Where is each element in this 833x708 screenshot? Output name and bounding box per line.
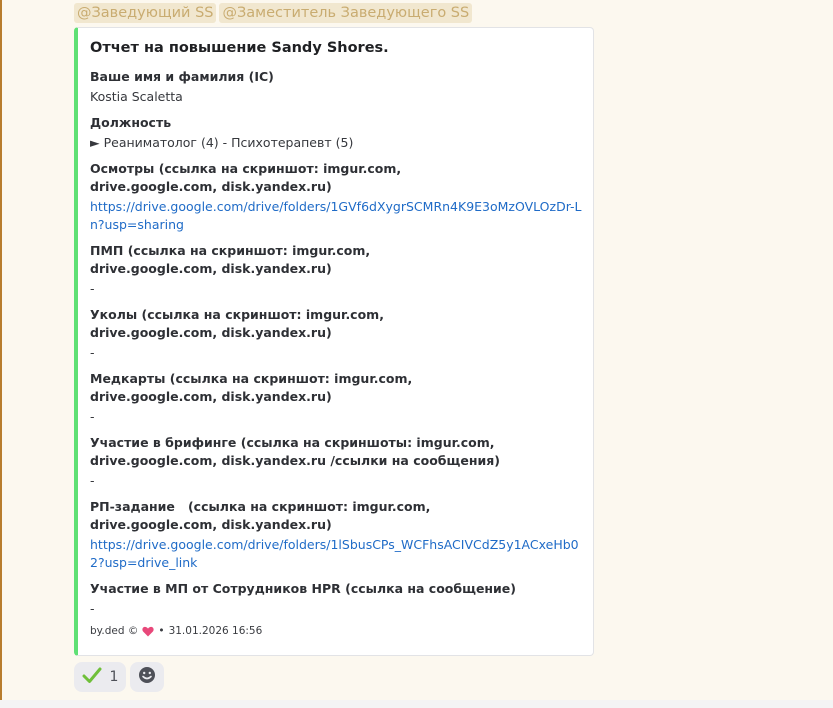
field-value: - — [90, 473, 95, 488]
field-value: Kostia Scaletta — [90, 89, 183, 104]
check-mark-icon — [82, 666, 102, 688]
rp-task-link[interactable]: https://drive.google.com/drive/folders/1… — [90, 536, 585, 572]
add-reaction-icon — [138, 666, 156, 688]
field-value: - — [90, 601, 95, 616]
composer-strip — [0, 700, 833, 708]
reaction-count: 1 — [109, 669, 119, 685]
inspections-link[interactable]: https://drive.google.com/drive/folders/1… — [90, 198, 585, 234]
footer-author: by.ded © — [90, 625, 139, 637]
field-value: ► Реаниматолог (4) - Психотерапевт (5) — [90, 135, 354, 150]
field-label: Участие в брифинге (ссылка на скриншоты:… — [90, 435, 500, 468]
mention-head-ss[interactable]: @Заведующий SS — [74, 3, 217, 23]
field-briefing: Участие в брифинге (ссылка на скриншоты:… — [90, 434, 585, 490]
add-reaction-button[interactable] — [130, 662, 164, 692]
reactions-bar: 1 — [74, 662, 164, 692]
field-position: Должность ► Реаниматолог (4) - Психотера… — [90, 114, 585, 152]
field-label: Ваше имя и фамилия (IC) — [90, 69, 274, 84]
message-row: @Заведующий SS @Заместитель Заведующего S… — [0, 0, 833, 700]
field-label: Осмотры (ссылка на скриншот: imgur.com, … — [90, 161, 402, 194]
reaction-check[interactable]: 1 — [74, 662, 126, 692]
mention-deputy-ss[interactable]: @Заместитель Заведующего SS — [219, 3, 473, 23]
field-first-aid: ПМП (ссылка на скриншот: imgur.com, driv… — [90, 242, 585, 298]
embed-title: Отчет на повышение Sandy Shores. — [90, 40, 389, 56]
footer-separator: • — [158, 625, 165, 637]
field-value: - — [90, 281, 95, 296]
field-label: Участие в МП от Сотрудников HPR (ссылка … — [90, 581, 517, 596]
field-label: ПМП (ссылка на скриншот: imgur.com, driv… — [90, 243, 371, 276]
mentions-line: @Заведующий SS @Заместитель Заведующего S… — [74, 3, 475, 23]
embed-footer: by.ded © • 31.01.2026 16:56 — [90, 625, 262, 637]
field-label: РП-задание (ссылка на скриншот: imgur.co… — [90, 499, 431, 532]
field-hpr-event: Участие в МП от Сотрудников HPR (ссылка … — [90, 580, 585, 618]
field-injections: Уколы (ссылка на скриншот: imgur.com, dr… — [90, 306, 585, 362]
field-medical-cards: Медкарты (ссылка на скриншот: imgur.com,… — [90, 370, 585, 426]
report-embed: Отчет на повышение Sandy Shores. Ваше им… — [74, 27, 594, 656]
field-inspections: Осмотры (ссылка на скриншот: imgur.com, … — [90, 160, 585, 234]
field-name: Ваше имя и фамилия (IC) Kostia Scaletta — [90, 68, 585, 106]
field-label: Медкарты (ссылка на скриншот: imgur.com,… — [90, 371, 413, 404]
field-rp-task: РП-задание (ссылка на скриншот: imgur.co… — [90, 498, 585, 572]
heart-icon — [142, 626, 154, 637]
footer-timestamp: 31.01.2026 16:56 — [168, 625, 263, 637]
field-value: - — [90, 409, 95, 424]
field-label: Уколы (ссылка на скриншот: imgur.com, dr… — [90, 307, 384, 340]
field-label: Должность — [90, 115, 172, 130]
field-value: - — [90, 345, 95, 360]
